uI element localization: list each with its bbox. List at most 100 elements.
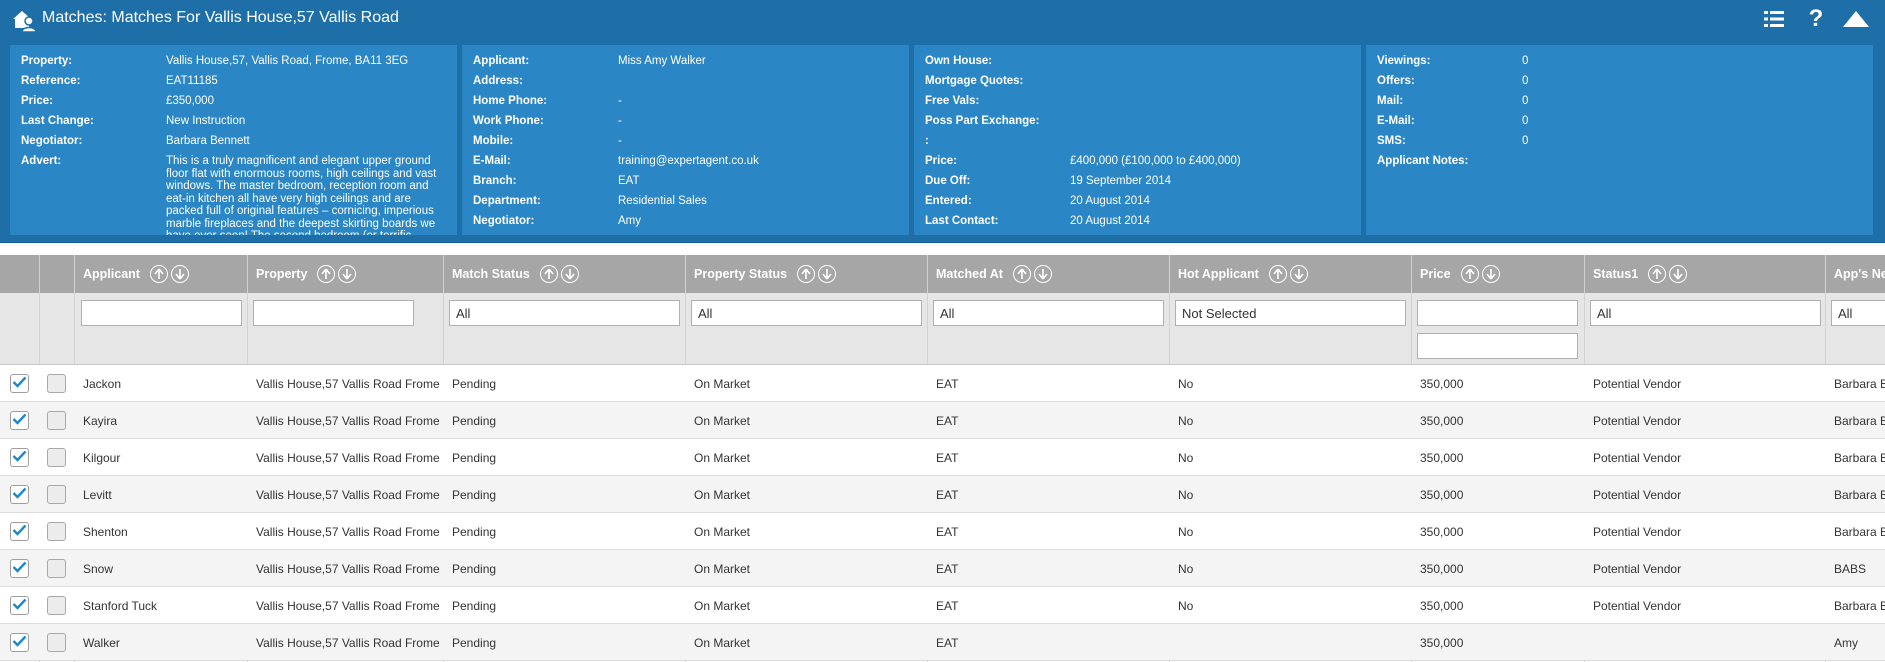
select-checkbox[interactable] <box>10 559 29 578</box>
secondary-checkbox[interactable] <box>47 448 66 467</box>
filter-status1[interactable]: All <box>1590 300 1821 326</box>
table-row[interactable]: Levitt Vallis House,57 Vallis Road Frome P… <box>0 476 1885 513</box>
secondary-checkbox[interactable] <box>47 559 66 578</box>
secondary-checkbox[interactable] <box>47 374 66 393</box>
filter-applicant[interactable] <box>81 300 242 326</box>
select-checkbox[interactable] <box>10 633 29 652</box>
column-header-match-status[interactable]: Match Status <box>444 255 686 293</box>
secondary-checkbox[interactable] <box>47 596 66 615</box>
table-row[interactable]: Shenton Vallis House,57 Vallis Road Frome… <box>0 513 1885 550</box>
sort-up-icon[interactable] <box>1648 265 1667 283</box>
details-field-value: 20 August 2014 <box>1070 215 1150 227</box>
column-header-price[interactable]: Price <box>1412 255 1585 293</box>
sort-down-icon[interactable] <box>1033 265 1052 283</box>
sort-up-icon[interactable] <box>317 265 336 283</box>
filter-price-to[interactable] <box>1417 333 1578 359</box>
table-row[interactable]: Walker Vallis House,57 Vallis Road Frome P… <box>0 624 1885 661</box>
secondary-checkbox[interactable] <box>47 485 66 504</box>
sort-up-icon[interactable] <box>1268 265 1287 283</box>
applicant-field-value: - <box>618 95 622 107</box>
column-header-apps-negotiator[interactable]: App's Ne <box>1826 255 1885 293</box>
filter-price-from[interactable] <box>1417 300 1578 326</box>
stats-field-row: Offers: 0 <box>1377 75 1865 88</box>
sort-down-icon[interactable] <box>1669 265 1688 283</box>
table-row[interactable]: Snow Vallis House,57 Vallis Road Frome Pen… <box>0 550 1885 587</box>
sort-up-icon[interactable] <box>1460 265 1479 283</box>
sort-up-icon[interactable] <box>149 265 168 283</box>
column-header-label: Price <box>1420 267 1451 281</box>
column-header-property[interactable]: Property <box>248 255 444 293</box>
cell-property: Vallis House,57 Vallis Road Frome <box>256 450 440 465</box>
column-header-property-status[interactable]: Property Status <box>686 255 928 293</box>
details-field-row: : <box>925 135 1353 148</box>
property-field-value: £350,000 <box>166 95 214 107</box>
stats-field-row: Applicant Notes: <box>1377 155 1865 168</box>
table-row[interactable]: Kilgour Vallis House,57 Vallis Road Frome… <box>0 439 1885 476</box>
cell-applicant: Levitt <box>83 487 112 502</box>
sort-down-icon[interactable] <box>1481 265 1500 283</box>
table-row[interactable]: Jackon Vallis House,57 Vallis Road Frome P… <box>0 365 1885 402</box>
filter-hot-applicant[interactable]: Not Selected <box>1175 300 1406 326</box>
filter-property[interactable] <box>253 300 414 326</box>
stats-field-value <box>1522 155 1865 168</box>
cell-property-status: On Market <box>694 376 751 391</box>
select-checkbox[interactable] <box>10 374 29 393</box>
column-header-hot-applicant[interactable]: Hot Applicant <box>1170 255 1412 293</box>
sort-up-icon[interactable] <box>539 265 558 283</box>
sort-down-icon[interactable] <box>818 265 837 283</box>
list-icon[interactable] <box>1759 5 1789 33</box>
sort-down-icon[interactable] <box>560 265 579 283</box>
grid-top-strip <box>0 243 1885 255</box>
applicant-field-label: Address: <box>473 75 523 87</box>
sort-down-icon[interactable] <box>1289 265 1308 283</box>
column-header-matched-at[interactable]: Matched At <box>928 255 1170 293</box>
sort-up-icon[interactable] <box>797 265 816 283</box>
cell-matched-at: EAT <box>936 450 959 465</box>
triangle-up-icon[interactable] <box>1840 5 1872 33</box>
applicant-field-label: Home Phone: <box>473 95 548 107</box>
cell-match-status: Pending <box>452 450 497 465</box>
filter-matched-at[interactable]: All <box>933 300 1164 326</box>
column-header-label: Hot Applicant <box>1178 267 1259 281</box>
filter-apps-neg[interactable]: All <box>1831 300 1885 326</box>
sort-up-icon[interactable] <box>1012 265 1031 283</box>
details-field-value <box>1070 135 1353 148</box>
cell-hot-applicant: No <box>1178 376 1194 391</box>
sort-controls <box>1460 265 1500 283</box>
property-field-label: Price: <box>21 95 53 107</box>
details-field-row: Mortgage Quotes: <box>925 75 1353 88</box>
details-field-label: Due Off: <box>925 175 971 187</box>
secondary-checkbox[interactable] <box>47 522 66 541</box>
select-checkbox[interactable] <box>10 411 29 430</box>
select-checkbox[interactable] <box>10 522 29 541</box>
sort-down-icon[interactable] <box>170 265 189 283</box>
secondary-checkbox[interactable] <box>47 411 66 430</box>
cell-matched-at: EAT <box>936 635 959 650</box>
cell-applicant: Walker <box>83 635 120 650</box>
cell-status1 <box>1585 624 1826 661</box>
select-checkbox[interactable] <box>10 448 29 467</box>
select-checkbox[interactable] <box>10 485 29 504</box>
cell-price: 350,000 <box>1420 524 1464 539</box>
cell-applicant: Stanford Tuck <box>83 598 158 613</box>
applicant-field-row: Department: Residential Sales <box>473 195 901 208</box>
select-checkbox[interactable] <box>10 596 29 615</box>
checkmark-icon <box>12 598 27 613</box>
table-row[interactable]: Kayira Vallis House,57 Vallis Road Frome P… <box>0 402 1885 439</box>
details-field-value <box>1070 55 1353 68</box>
sort-down-icon[interactable] <box>338 265 357 283</box>
property-field-label: Negotiator: <box>21 135 83 147</box>
secondary-checkbox[interactable] <box>47 633 66 652</box>
question-icon[interactable]: ? <box>1801 5 1831 33</box>
filter-property-status[interactable]: All <box>691 300 922 326</box>
cell-matched-at: EAT <box>936 524 959 539</box>
applicant-field-value: EAT <box>618 175 640 187</box>
filter-match-status[interactable]: All <box>449 300 680 326</box>
cell-property-status: On Market <box>694 598 751 613</box>
column-header-applicant[interactable]: Applicant <box>75 255 248 293</box>
cell-matched-at: EAT <box>936 561 959 576</box>
cell-matched-at: EAT <box>936 376 959 391</box>
table-row[interactable]: Stanford Tuck Vallis House,57 Vallis Road… <box>0 587 1885 624</box>
applicant-field-value: - <box>618 115 622 127</box>
column-header-status1[interactable]: Status1 <box>1585 255 1826 293</box>
